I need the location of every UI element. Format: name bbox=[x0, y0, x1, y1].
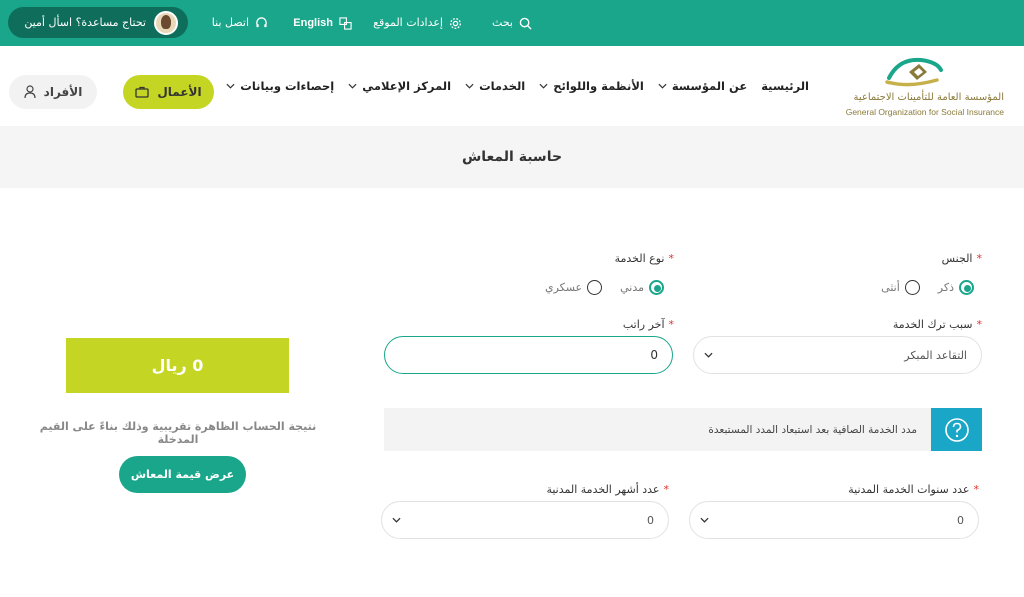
chevron-down-icon bbox=[348, 83, 357, 89]
language-link[interactable]: English bbox=[293, 14, 352, 32]
required-marker: * bbox=[973, 483, 980, 496]
page-title: حاسبة المعاش bbox=[461, 149, 563, 165]
required-marker: * bbox=[668, 252, 675, 265]
info-text: مدد الخدمة الصافية بعد استبعاد المدد الم… bbox=[708, 423, 917, 436]
main-nav: الرئيسية عن المؤسسة الأنظمة واللوائح الخ… bbox=[212, 79, 809, 93]
info-bar: مدد الخدمة الصافية بعد استبعاد المدد الم… bbox=[384, 408, 982, 451]
help-question-button[interactable] bbox=[931, 408, 982, 451]
civil-years-value: 0 bbox=[957, 513, 964, 527]
required-marker: * bbox=[663, 483, 670, 496]
service-type-label-text: نوع الخدمة bbox=[614, 252, 665, 265]
question-circle-icon bbox=[944, 417, 969, 442]
last-salary-label-text: آخر راتب bbox=[622, 318, 665, 331]
site-settings-link[interactable]: إعدادات الموقع bbox=[373, 14, 462, 32]
chevron-down-icon bbox=[226, 83, 235, 89]
pension-result: 0 ريال bbox=[66, 338, 289, 393]
nav-stats[interactable]: إحصاءات وبيانات bbox=[212, 79, 334, 93]
radio-unchecked-icon bbox=[587, 280, 603, 295]
gender-male-label: ذكر bbox=[937, 281, 954, 294]
individuals-label: الأفراد bbox=[43, 85, 83, 99]
show-pension-button[interactable]: عرض قيمة المعاش bbox=[119, 456, 246, 493]
main-header: المؤسسة العامة للتأمينات الاجتماعية Gene… bbox=[0, 46, 1024, 126]
contact-label: اتصل بنا bbox=[211, 16, 249, 29]
leave-reason-label-text: سبب ترك الخدمة bbox=[892, 318, 973, 331]
civil-years-label: *عدد سنوات الخدمة المدنية bbox=[848, 483, 979, 496]
gender-female-label: أنثى bbox=[881, 281, 900, 294]
nav-about[interactable]: عن المؤسسة bbox=[644, 79, 747, 93]
service-civil-radio[interactable]: مدني bbox=[620, 280, 664, 295]
chevron-down-icon bbox=[539, 83, 548, 89]
service-civil-label: مدني bbox=[620, 281, 644, 294]
gender-radio-group: ذكر أنثى bbox=[869, 280, 974, 295]
chevron-down-icon bbox=[700, 517, 709, 523]
service-military-label: عسكري bbox=[544, 281, 583, 294]
leave-reason-label: *سبب ترك الخدمة bbox=[893, 318, 982, 331]
business-label: الأعمال bbox=[157, 85, 202, 99]
leave-reason-value: التقاعد المبكر bbox=[904, 348, 967, 362]
nav-regulations[interactable]: الأنظمة واللوائح bbox=[525, 79, 644, 93]
gender-male-radio[interactable]: ذكر bbox=[938, 280, 974, 295]
service-military-radio[interactable]: عسكري bbox=[544, 280, 603, 295]
search-link[interactable]: بحث bbox=[492, 14, 532, 32]
gender-female-radio[interactable]: أنثى bbox=[881, 280, 920, 295]
last-salary-label: *آخر راتب bbox=[623, 318, 674, 331]
gender-label: *الجنس bbox=[942, 252, 982, 265]
required-marker: * bbox=[668, 318, 675, 331]
chevron-down-icon bbox=[465, 83, 474, 89]
civil-months-select[interactable]: 0 bbox=[381, 501, 669, 539]
top-bar: بحث إعدادات الموقع English اتصل بنا تحتا… bbox=[0, 0, 1024, 46]
nav-media[interactable]: المركز الإعلامي bbox=[334, 79, 451, 93]
gosi-logo[interactable]: المؤسسة العامة للتأمينات الاجتماعية Gene… bbox=[819, 54, 1004, 118]
gear-icon bbox=[450, 17, 461, 29]
nav-media-label: المركز الإعلامي bbox=[362, 79, 452, 93]
page-title-band: حاسبة المعاش bbox=[0, 126, 1024, 188]
assistant-avatar bbox=[154, 10, 178, 35]
logo-english-text: General Organization for Social Insuranc… bbox=[845, 107, 1004, 117]
user-icon bbox=[24, 85, 36, 99]
help-assistant-button[interactable]: تحتاج مساعدة؟ اسأل أمين bbox=[8, 7, 188, 38]
civil-months-value: 0 bbox=[647, 513, 654, 527]
nav-regulations-label: الأنظمة واللوائح bbox=[553, 79, 644, 93]
service-type-radio-group: مدني عسكري bbox=[533, 280, 664, 295]
result-note: نتيجة الحساب الظاهرة تقريبية وذلك بناءً … bbox=[39, 420, 317, 446]
nav-home-label: الرئيسية bbox=[761, 79, 809, 93]
headset-icon bbox=[256, 16, 267, 27]
search-icon bbox=[519, 17, 532, 30]
language-label: English bbox=[293, 17, 333, 29]
nav-stats-label: إحصاءات وبيانات bbox=[240, 79, 335, 93]
translate-icon bbox=[339, 16, 352, 30]
chevron-down-icon bbox=[704, 352, 713, 358]
site-settings-label: إعدادات الموقع bbox=[373, 16, 443, 29]
nav-about-label: عن المؤسسة bbox=[671, 79, 748, 93]
contact-link[interactable]: اتصل بنا bbox=[212, 14, 268, 32]
search-label: بحث bbox=[492, 16, 513, 29]
logo-arabic-text: المؤسسة العامة للتأمينات الاجتماعية bbox=[853, 92, 1004, 103]
help-label: تحتاج مساعدة؟ اسأل أمين bbox=[24, 16, 146, 29]
gosi-logo-mark-icon bbox=[885, 57, 943, 87]
nav-home[interactable]: الرئيسية bbox=[747, 79, 809, 93]
radio-unchecked-icon bbox=[904, 280, 920, 295]
nav-services-label: الخدمات bbox=[479, 79, 526, 93]
radio-checked-icon bbox=[649, 280, 664, 295]
civil-years-label-text: عدد سنوات الخدمة المدنية bbox=[848, 483, 970, 496]
chevron-down-icon bbox=[658, 83, 667, 89]
last-salary-input[interactable] bbox=[384, 336, 673, 374]
service-type-label: *نوع الخدمة bbox=[615, 252, 674, 265]
chevron-down-icon bbox=[392, 517, 401, 523]
required-marker: * bbox=[976, 318, 983, 331]
individuals-button[interactable]: الأفراد bbox=[9, 75, 97, 109]
business-button[interactable]: الأعمال bbox=[123, 75, 214, 109]
civil-years-select[interactable]: 0 bbox=[689, 501, 979, 539]
leave-reason-select[interactable]: التقاعد المبكر bbox=[693, 336, 982, 374]
briefcase-icon bbox=[135, 86, 150, 98]
radio-checked-icon bbox=[959, 280, 974, 295]
required-marker: * bbox=[976, 252, 983, 265]
gender-label-text: الجنس bbox=[941, 252, 973, 265]
civil-months-label: *عدد أشهر الخدمة المدنية bbox=[546, 483, 669, 496]
civil-months-label-text: عدد أشهر الخدمة المدنية bbox=[546, 483, 660, 496]
nav-services[interactable]: الخدمات bbox=[451, 79, 525, 93]
